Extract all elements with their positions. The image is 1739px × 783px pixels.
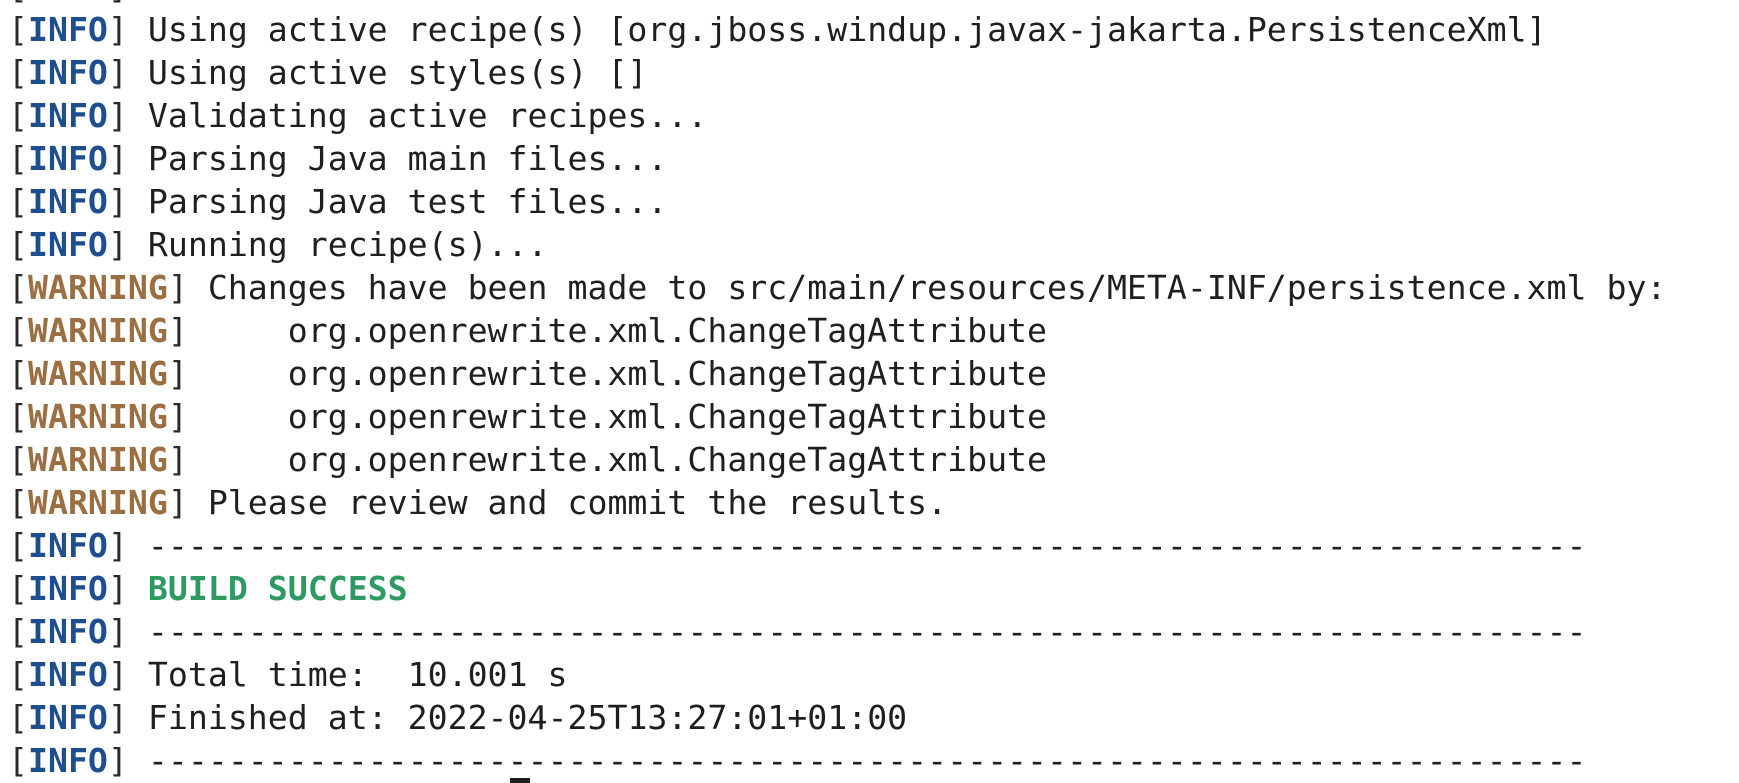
open-bracket: [ xyxy=(8,569,28,608)
close-bracket: ] xyxy=(167,268,188,307)
level-info: INFO xyxy=(27,53,108,92)
close-bracket: ] xyxy=(107,96,128,135)
close-bracket: ] xyxy=(107,139,128,178)
open-bracket: [ xyxy=(8,182,28,221)
clipped-previous-line: [INFO] xyxy=(8,0,1739,8)
log-line: [INFO] Validating active recipes... xyxy=(8,94,1739,137)
log-message: Please review and commit the results. xyxy=(207,483,948,522)
log-message: ----------------------------------------… xyxy=(147,526,1587,565)
log-line: [WARNING] Changes have been made to src/… xyxy=(8,266,1739,309)
log-message: Parsing Java main files... xyxy=(147,139,668,178)
close-bracket: ] xyxy=(107,741,128,780)
log-line: [INFO] Running recipe(s)... xyxy=(8,223,1739,266)
close-bracket: ] xyxy=(107,182,128,221)
close-bracket: ] xyxy=(167,483,188,522)
log-message: org.openrewrite.xml.ChangeTagAttribute xyxy=(207,440,1048,479)
close-bracket: ] xyxy=(167,354,188,393)
log-message: org.openrewrite.xml.ChangeTagAttribute xyxy=(207,311,1048,350)
open-bracket: [ xyxy=(8,397,28,436)
log-line: [WARNING] org.openrewrite.xml.ChangeTagA… xyxy=(8,395,1739,438)
log-line: [INFO] Finished at: 2022-04-25T13:27:01+… xyxy=(8,696,1739,739)
open-bracket: [ xyxy=(8,741,28,780)
open-bracket: [ xyxy=(8,354,28,393)
level-info: INFO xyxy=(27,96,108,135)
log-line: [INFO] ---------------------------------… xyxy=(8,610,1739,653)
level-info: INFO xyxy=(27,655,108,694)
level-info: INFO xyxy=(27,10,108,49)
open-bracket: [ xyxy=(8,526,28,565)
terminal-output[interactable]: [INFO] [INFO] Using active recipe(s) [or… xyxy=(8,0,1739,783)
open-bracket: [ xyxy=(8,483,28,522)
log-lines: [INFO] Using active recipe(s) [org.jboss… xyxy=(8,8,1739,782)
level-warning: WARNING xyxy=(27,397,168,436)
close-bracket: ] xyxy=(107,612,128,651)
level-warning: WARNING xyxy=(27,354,168,393)
log-message: Parsing Java test files... xyxy=(147,182,668,221)
log-message: Finished at: 2022-04-25T13:27:01+01:00 xyxy=(147,698,908,737)
open-bracket: [ xyxy=(8,440,28,479)
log-line: [INFO] ---------------------------------… xyxy=(8,739,1739,782)
build-success-text: BUILD SUCCESS xyxy=(147,569,408,608)
log-line: [INFO] BUILD SUCCESS xyxy=(8,567,1739,610)
log-line: [WARNING] org.openrewrite.xml.ChangeTagA… xyxy=(8,352,1739,395)
level-warning: WARNING xyxy=(27,311,168,350)
log-message: org.openrewrite.xml.ChangeTagAttribute xyxy=(207,397,1048,436)
log-message: Running recipe(s)... xyxy=(147,225,548,264)
log-message: ----------------------------------------… xyxy=(147,612,1587,651)
open-bracket: [ xyxy=(8,698,28,737)
clipped-line-text: [INFO] xyxy=(8,0,148,8)
log-line: [INFO] Parsing Java main files... xyxy=(8,137,1739,180)
log-line: [WARNING] Please review and commit the r… xyxy=(8,481,1739,524)
open-bracket: [ xyxy=(8,612,28,651)
open-bracket: [ xyxy=(8,311,28,350)
log-line: [INFO] Parsing Java test files... xyxy=(8,180,1739,223)
log-message: org.openrewrite.xml.ChangeTagAttribute xyxy=(207,354,1048,393)
level-info: INFO xyxy=(27,698,108,737)
log-line: [INFO] Using active styles(s) [] xyxy=(8,51,1739,94)
log-line: [INFO] ---------------------------------… xyxy=(8,524,1739,567)
log-line: [INFO] Total time: 10.001 s xyxy=(8,653,1739,696)
log-message: Validating active recipes... xyxy=(147,96,708,135)
log-message: Using active styles(s) [] xyxy=(147,53,648,92)
close-bracket: ] xyxy=(107,225,128,264)
open-bracket: [ xyxy=(8,225,28,264)
terminal-cursor xyxy=(510,778,530,783)
log-message: ----------------------------------------… xyxy=(147,741,1587,780)
log-line: [INFO] Using active recipe(s) [org.jboss… xyxy=(8,8,1739,51)
level-info: INFO xyxy=(27,225,108,264)
level-info: INFO xyxy=(27,139,108,178)
level-info: INFO xyxy=(27,182,108,221)
level-info: INFO xyxy=(27,526,108,565)
close-bracket: ] xyxy=(167,397,188,436)
close-bracket: ] xyxy=(107,655,128,694)
close-bracket: ] xyxy=(107,53,128,92)
level-info: INFO xyxy=(27,569,108,608)
log-message: Total time: 10.001 s xyxy=(147,655,568,694)
open-bracket: [ xyxy=(8,53,28,92)
log-line: [WARNING] org.openrewrite.xml.ChangeTagA… xyxy=(8,309,1739,352)
close-bracket: ] xyxy=(167,311,188,350)
close-bracket: ] xyxy=(107,698,128,737)
close-bracket: ] xyxy=(167,440,188,479)
log-message: Changes have been made to src/main/resou… xyxy=(207,268,1667,307)
open-bracket: [ xyxy=(8,10,28,49)
level-warning: WARNING xyxy=(27,440,168,479)
open-bracket: [ xyxy=(8,96,28,135)
open-bracket: [ xyxy=(8,268,28,307)
level-info: INFO xyxy=(27,612,108,651)
open-bracket: [ xyxy=(8,655,28,694)
level-warning: WARNING xyxy=(27,483,168,522)
log-line: [WARNING] org.openrewrite.xml.ChangeTagA… xyxy=(8,438,1739,481)
log-message: Using active recipe(s) [org.jboss.windup… xyxy=(147,10,1547,49)
level-warning: WARNING xyxy=(27,268,168,307)
level-info: INFO xyxy=(27,741,108,780)
open-bracket: [ xyxy=(8,139,28,178)
close-bracket: ] xyxy=(107,10,128,49)
close-bracket: ] xyxy=(107,526,128,565)
close-bracket: ] xyxy=(107,569,128,608)
